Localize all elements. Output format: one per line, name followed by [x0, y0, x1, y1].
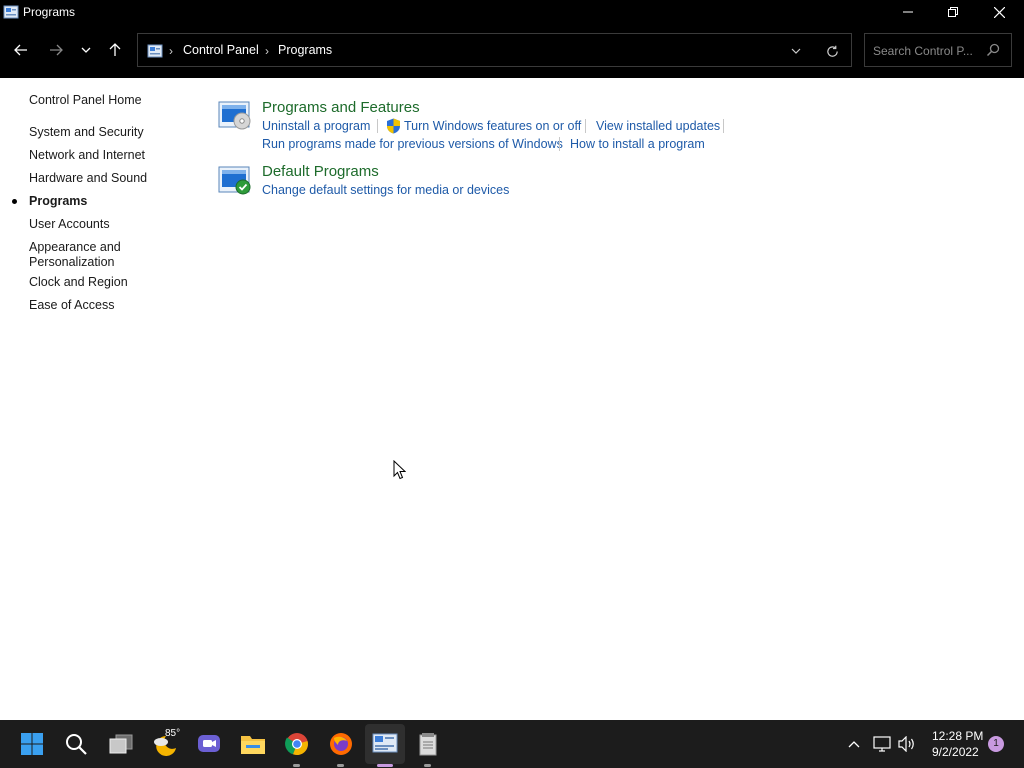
- link-separator: [723, 119, 724, 133]
- sidebar-item-network-and-internet[interactable]: Network and Internet: [29, 148, 179, 163]
- control-panel-taskbar-button[interactable]: [371, 730, 399, 758]
- mouse-cursor-icon: [393, 459, 407, 485]
- running-indicator: [293, 764, 300, 767]
- sidebar-item-hardware-and-sound[interactable]: Hardware and Sound: [29, 171, 179, 186]
- control-panel-icon: [3, 4, 19, 20]
- start-button[interactable]: [18, 730, 46, 758]
- windows-logo-icon: [21, 733, 43, 755]
- uac-shield-icon: [386, 118, 401, 134]
- chrome-icon: [285, 733, 308, 756]
- control-panel-home-link[interactable]: Control Panel Home: [29, 93, 142, 107]
- forward-button[interactable]: [42, 38, 70, 62]
- breadcrumb-control-panel[interactable]: Control Panel: [183, 43, 259, 57]
- search-icon: [66, 734, 87, 755]
- active-window-indicator: [377, 764, 393, 767]
- refresh-button[interactable]: [821, 42, 843, 60]
- address-history-button[interactable]: [785, 42, 807, 60]
- notepad-app-button[interactable]: [414, 730, 442, 758]
- folder-icon: [241, 736, 265, 754]
- running-indicator: [337, 764, 344, 767]
- restore-icon: [948, 7, 958, 17]
- address-bar[interactable]: › Control Panel › Programs: [137, 33, 852, 67]
- windows-features-link[interactable]: Turn Windows features on or off: [404, 119, 581, 133]
- chevron-down-icon: [791, 48, 801, 54]
- search-icon[interactable]: [986, 43, 1002, 59]
- control-panel-content: Control Panel Home System and Security N…: [0, 78, 1024, 720]
- view-installed-updates-link[interactable]: View installed updates: [596, 119, 720, 133]
- sidebar-item-user-accounts[interactable]: User Accounts: [29, 217, 179, 232]
- taskbar: 85° 12:28 PM 9/2/2022 1: [0, 720, 1024, 768]
- chrome-button[interactable]: [283, 730, 311, 758]
- breadcrumb-programs[interactable]: Programs: [278, 43, 332, 57]
- refresh-icon: [826, 45, 838, 57]
- chat-icon: [198, 735, 220, 752]
- search-input[interactable]: [873, 41, 985, 61]
- close-icon: [993, 6, 1005, 18]
- task-view-button[interactable]: [107, 730, 135, 758]
- title-bar: Programs: [0, 0, 1024, 24]
- sidebar-item-system-and-security[interactable]: System and Security: [29, 125, 179, 140]
- back-button[interactable]: [7, 38, 35, 62]
- clock-time[interactable]: 12:28 PM: [932, 729, 983, 743]
- forward-arrow-icon: [50, 44, 63, 56]
- firefox-icon: [330, 733, 352, 755]
- network-button[interactable]: [872, 734, 892, 754]
- default-programs-title[interactable]: Default Programs: [262, 163, 379, 180]
- taskbar-search-button[interactable]: [62, 730, 90, 758]
- sidebar-item-programs[interactable]: Programs: [29, 194, 179, 209]
- notepad-icon: [419, 733, 437, 756]
- breadcrumb-separator-icon: ›: [265, 44, 269, 58]
- chevron-up-icon: [848, 741, 860, 748]
- uninstall-program-link[interactable]: Uninstall a program: [262, 119, 370, 133]
- sidebar-item-ease-of-access[interactable]: Ease of Access: [29, 298, 179, 313]
- breadcrumb-separator-icon: ›: [169, 44, 173, 58]
- task-view-icon: [109, 734, 133, 754]
- link-separator: [377, 119, 378, 133]
- how-to-install-link[interactable]: How to install a program: [570, 137, 705, 151]
- control-panel-icon: [372, 733, 398, 753]
- chevron-down-icon: [81, 47, 91, 53]
- link-separator: [559, 137, 560, 151]
- change-default-settings-link[interactable]: Change default settings for media or dev…: [262, 183, 509, 197]
- up-arrow-icon: [109, 43, 121, 56]
- close-button[interactable]: [976, 0, 1022, 24]
- minimize-button[interactable]: [885, 0, 931, 24]
- speaker-icon: [898, 736, 914, 752]
- navigation-bar: › Control Panel › Programs: [0, 24, 1024, 78]
- link-separator: [585, 119, 586, 133]
- sidebar-item-clock-and-region[interactable]: Clock and Region: [29, 275, 179, 290]
- teams-chat-button[interactable]: [195, 730, 223, 758]
- window-title: Programs: [23, 5, 76, 19]
- programs-and-features-icon[interactable]: [218, 101, 252, 131]
- minimize-icon: [903, 11, 913, 13]
- notification-badge[interactable]: 1: [988, 736, 1004, 752]
- firefox-button[interactable]: [327, 730, 355, 758]
- network-icon: [873, 736, 891, 752]
- default-programs-icon[interactable]: [218, 166, 252, 196]
- active-item-bullet: [12, 199, 17, 204]
- back-arrow-icon: [14, 44, 27, 56]
- clock-date[interactable]: 9/2/2022: [932, 745, 979, 759]
- recent-locations-button[interactable]: [73, 38, 99, 62]
- sidebar-item-appearance-and-personalization[interactable]: Appearance and Personalization: [29, 240, 179, 270]
- restore-button[interactable]: [930, 0, 976, 24]
- search-box[interactable]: [864, 33, 1012, 67]
- volume-button[interactable]: [897, 734, 917, 754]
- programs-and-features-title[interactable]: Programs and Features: [262, 99, 420, 116]
- file-explorer-button[interactable]: [239, 730, 267, 758]
- control-panel-icon: [147, 43, 163, 59]
- weather-temperature: 85°: [165, 728, 181, 739]
- running-indicator: [424, 764, 431, 767]
- up-button[interactable]: [101, 38, 129, 62]
- show-hidden-icons-button[interactable]: [844, 734, 864, 754]
- compatibility-link[interactable]: Run programs made for previous versions …: [262, 137, 563, 151]
